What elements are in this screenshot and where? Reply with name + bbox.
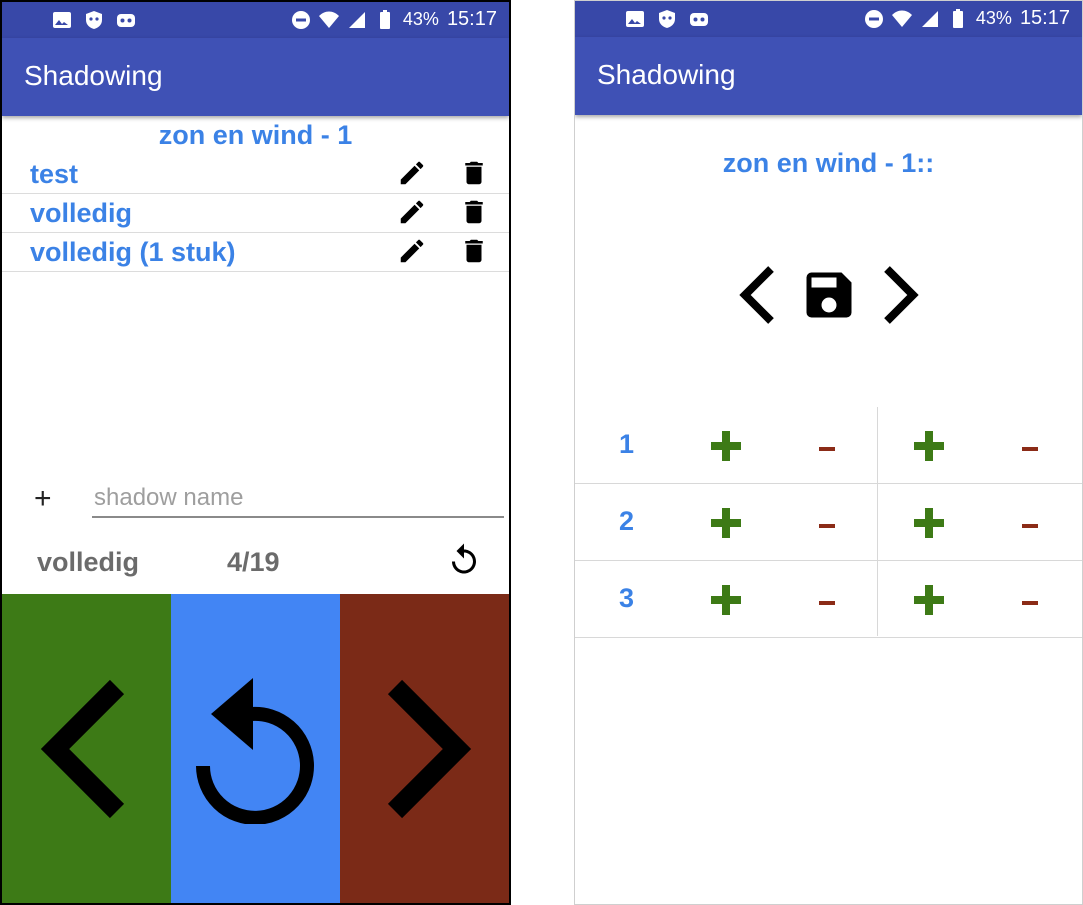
chevron-left-icon[interactable] xyxy=(735,263,785,327)
plus-icon[interactable] xyxy=(711,431,741,461)
battery-icon xyxy=(952,8,963,28)
replay-icon xyxy=(195,677,314,824)
minus-icon[interactable] xyxy=(1022,601,1038,605)
app-title: Shadowing xyxy=(597,59,736,90)
adjustment-grid: 1 2 3 xyxy=(575,407,1082,638)
plus-icon[interactable] xyxy=(711,585,741,615)
shadow-label[interactable]: volledig (1 stuk) xyxy=(30,237,236,268)
image-notification-icon xyxy=(626,11,644,27)
section-title: zon en wind - 1 xyxy=(158,120,353,150)
clock: 15:17 xyxy=(446,8,497,30)
minus-icon[interactable] xyxy=(819,524,835,528)
previous-button[interactable] xyxy=(2,594,171,903)
clock: 15:17 xyxy=(1019,7,1070,29)
delete-trash-icon[interactable] xyxy=(459,158,489,188)
do-not-disturb-icon xyxy=(291,10,310,29)
wifi-icon xyxy=(891,10,912,27)
chevron-right-icon xyxy=(387,679,471,818)
minus-icon[interactable] xyxy=(1022,447,1038,451)
battery-icon xyxy=(379,9,390,29)
battery-percent: 43% xyxy=(975,8,1012,28)
wifi-icon xyxy=(318,11,339,28)
row-number: 1 xyxy=(619,429,635,459)
battery-percent: 43% xyxy=(402,9,439,29)
shadow-label[interactable]: volledig xyxy=(30,198,132,229)
row-number: 2 xyxy=(619,506,635,536)
add-shadow-button[interactable]: + xyxy=(34,482,52,516)
section-title: zon en wind - 1:: xyxy=(722,148,935,178)
table-row: 2 xyxy=(575,484,1082,561)
cyanogen-notification-icon xyxy=(690,13,708,26)
plus-icon[interactable] xyxy=(914,508,944,538)
app-title: Shadowing xyxy=(24,60,163,91)
signal-icon xyxy=(921,10,938,27)
edit-pencil-icon[interactable] xyxy=(397,197,427,227)
plus-icon[interactable] xyxy=(711,508,741,538)
do-not-disturb-icon xyxy=(864,9,883,28)
status-bar: 43% 15:17 xyxy=(2,2,509,38)
app-bar: Shadowing xyxy=(575,37,1082,115)
app-bar: Shadowing xyxy=(2,38,509,116)
signal-icon xyxy=(348,11,365,28)
shield-notification-icon xyxy=(86,11,102,29)
edit-pencil-icon[interactable] xyxy=(397,158,427,188)
right-phone-screen: 43% 15:17 Shadowing zon en wind - 1:: 1 … xyxy=(574,0,1083,905)
list-item[interactable]: test xyxy=(2,155,509,194)
current-shadow-name: volledig xyxy=(37,547,140,577)
delete-trash-icon[interactable] xyxy=(459,197,489,227)
row-number: 3 xyxy=(619,583,635,613)
chevron-right-icon[interactable] xyxy=(875,263,925,327)
table-row: 3 xyxy=(575,561,1082,638)
delete-trash-icon[interactable] xyxy=(459,236,489,266)
minus-icon[interactable] xyxy=(1022,524,1038,528)
shadow-label[interactable]: test xyxy=(30,159,78,190)
reset-icon[interactable] xyxy=(446,542,482,578)
chevron-left-icon xyxy=(40,679,124,818)
minus-icon[interactable] xyxy=(819,447,835,451)
next-button[interactable] xyxy=(340,594,509,903)
list-item[interactable]: volledig (1 stuk) xyxy=(2,233,509,272)
left-phone-screen: 43% 15:17 Shadowing zon en wind - 1 test… xyxy=(0,0,511,905)
progress-counter: 4/19 xyxy=(227,547,280,577)
plus-icon[interactable] xyxy=(914,431,944,461)
cyanogen-notification-icon xyxy=(117,14,135,27)
minus-icon[interactable] xyxy=(819,601,835,605)
shield-notification-icon xyxy=(659,10,675,28)
status-bar: 43% 15:17 xyxy=(575,1,1082,37)
shadow-name-input[interactable] xyxy=(92,480,504,518)
list-item[interactable]: volledig xyxy=(2,194,509,233)
image-notification-icon xyxy=(53,12,71,28)
plus-icon[interactable] xyxy=(914,585,944,615)
playback-controls xyxy=(2,594,509,903)
edit-pencil-icon[interactable] xyxy=(397,236,427,266)
table-row: 1 xyxy=(575,407,1082,484)
save-floppy-icon[interactable] xyxy=(799,265,859,325)
shadow-list: test volledig volledig (1 stuk) xyxy=(2,155,509,272)
segment-navigation xyxy=(575,263,1082,327)
replay-button[interactable] xyxy=(171,594,340,903)
